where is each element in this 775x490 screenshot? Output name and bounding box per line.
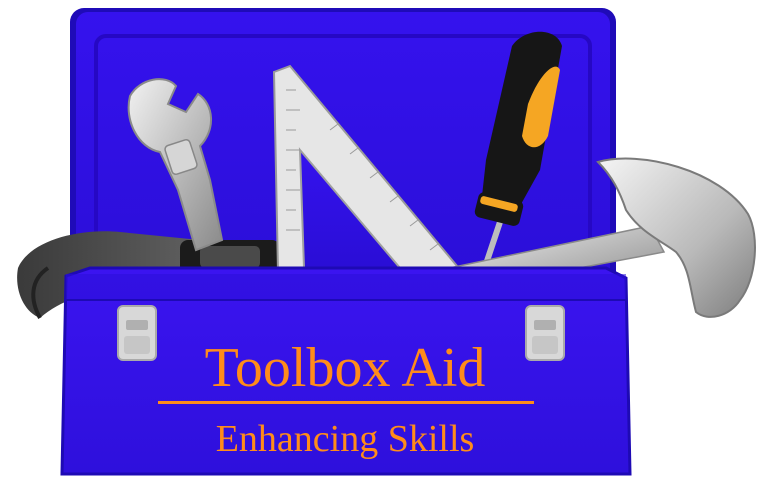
- toolbox-aid-logo: Toolbox Aid Enhancing Skills: [0, 0, 775, 485]
- toolbox-icon: [17, 8, 756, 476]
- logo-subtitle: Enhancing Skills: [215, 418, 475, 460]
- logo-title: Toolbox Aid: [204, 337, 486, 399]
- title-underline: [158, 401, 534, 404]
